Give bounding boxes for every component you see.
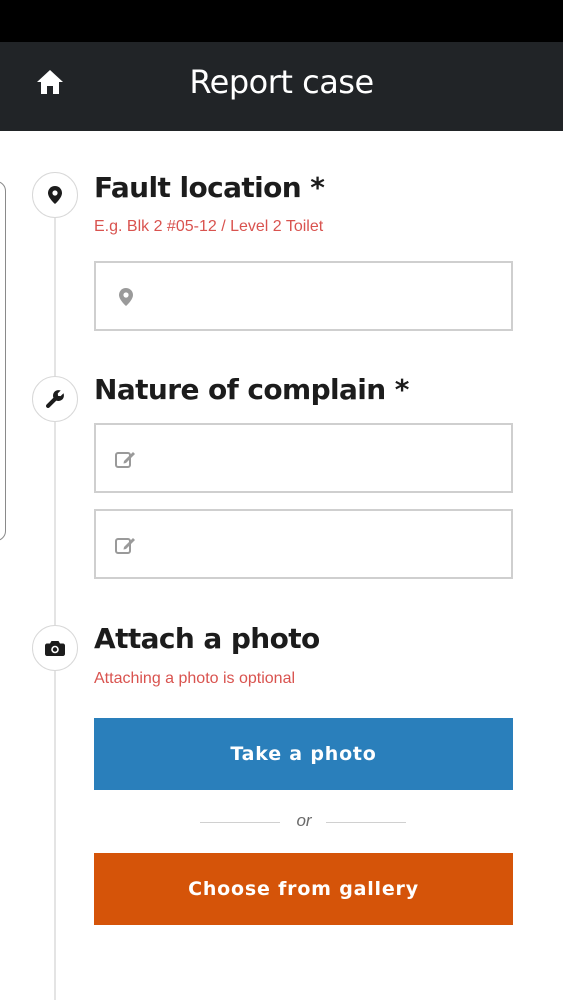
step-location-marker bbox=[32, 172, 78, 218]
divider-or: or bbox=[296, 811, 312, 830]
fault-location-field[interactable] bbox=[94, 261, 513, 331]
fault-location-input[interactable] bbox=[150, 263, 500, 329]
page-title: Report case bbox=[189, 63, 374, 101]
fault-location-hint: E.g. Blk 2 #05-12 / Level 2 Toilet bbox=[94, 218, 324, 235]
attach-photo-title: Attach a photo bbox=[94, 622, 320, 655]
edit-icon bbox=[114, 533, 138, 557]
complaint-input-2[interactable] bbox=[150, 511, 500, 577]
status-bar bbox=[0, 0, 563, 42]
camera-icon bbox=[45, 641, 65, 656]
side-drawer-edge[interactable] bbox=[0, 181, 6, 541]
complaint-field-2[interactable] bbox=[94, 509, 513, 579]
divider-line-left bbox=[200, 822, 280, 823]
timeline-line bbox=[54, 218, 56, 1000]
attach-photo-hint: Attaching a photo is optional bbox=[94, 670, 296, 687]
divider-line-right bbox=[326, 822, 406, 823]
complaint-input-1[interactable] bbox=[150, 425, 500, 491]
complaint-field-1[interactable] bbox=[94, 423, 513, 493]
wrench-icon bbox=[46, 390, 64, 408]
edit-icon bbox=[114, 447, 138, 471]
complaint-title: Nature of complain * bbox=[94, 373, 409, 406]
take-photo-button[interactable]: Take a photo bbox=[94, 718, 513, 790]
step-complaint-marker bbox=[32, 376, 78, 422]
map-marker-icon bbox=[48, 186, 62, 204]
map-marker-icon bbox=[114, 285, 138, 309]
step-photo-marker bbox=[32, 625, 78, 671]
choose-gallery-button[interactable]: Choose from gallery bbox=[94, 853, 513, 925]
app-header: Report case bbox=[0, 42, 563, 131]
fault-location-title: Fault location * bbox=[94, 171, 325, 204]
